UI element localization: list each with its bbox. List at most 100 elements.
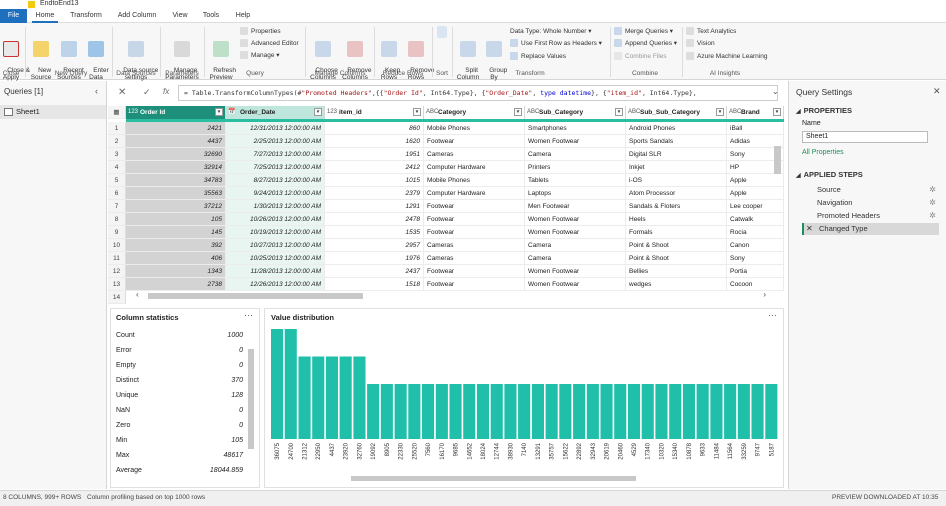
distribution-bar[interactable] [380,384,393,439]
table-cell[interactable]: Computer Hardware [424,161,525,174]
table-cell[interactable]: 7/27/2013 12:00:00 AM [226,148,325,161]
table-row[interactable]: 3 32690 7/27/2013 12:00:00 AM 1951 Cameras Ca… [108,148,784,161]
table-cell[interactable]: 32690 [126,148,226,161]
table-row[interactable]: 2 4437 2/25/2013 12:00:00 AM 1620 Footwear Wo… [108,135,784,148]
table-row[interactable]: 10 392 10/27/2013 12:00:00 AM 2957 Cameras Ca… [108,239,784,252]
properties-button[interactable]: Properties [240,26,281,37]
manage-button[interactable]: Manage ▾ [240,50,280,61]
query-name-input[interactable]: Sheet1 [802,131,928,143]
merge-queries-button[interactable]: Merge Queries ▾ [614,26,673,37]
distribution-bar[interactable] [504,384,517,439]
table-cell[interactable]: 1620 [325,135,424,148]
table-cell[interactable]: 34783 [126,174,226,187]
recent-sources-button[interactable]: Recent Sources [56,26,84,89]
table-cell[interactable]: Atom Processor [626,187,727,200]
column-type-icon[interactable]: 📅 [228,106,235,119]
table-cell[interactable]: 10/26/2013 12:00:00 AM [226,213,325,226]
table-cell[interactable]: Camera [525,239,626,252]
confirm-icon[interactable]: ✓ [143,87,151,98]
status-profiling[interactable]: Column profiling based on top 1000 rows [87,491,205,505]
distribution-bar[interactable] [422,384,435,439]
tab-transform[interactable]: Transform [66,9,106,23]
row-number[interactable]: 2 [108,135,126,148]
table-cell[interactable]: Inkjet [626,161,727,174]
row-number[interactable]: 3 [108,148,126,161]
distribution-bar[interactable] [765,384,778,439]
vision-button[interactable]: Vision [686,38,715,49]
distribution-bar[interactable] [325,356,338,440]
query-item-sheet1[interactable]: Sheet1 [0,105,106,119]
filter-dropdown-icon[interactable]: ▾ [773,108,781,116]
enter-data-button[interactable]: Enter Data [86,26,109,89]
table-cell[interactable]: Mobile Phones [424,122,525,135]
table-cell[interactable]: Bellies [626,265,727,278]
table-cell[interactable]: Footwear [424,135,525,148]
table-cell[interactable]: 406 [126,252,226,265]
table-row[interactable]: 6 35563 9/24/2013 12:00:00 AM 2379 Computer … [108,187,784,200]
expand-formula-chevron-icon[interactable]: ⌄ [772,87,779,96]
column-type-icon[interactable]: ABC [426,106,438,119]
replace-values-button[interactable]: Replace Values [510,51,566,62]
table-row[interactable]: 4 32914 7/25/2013 12:00:00 AM 2412 Computer … [108,161,784,174]
remove-columns-button[interactable]: Remove Columns [340,26,371,89]
fx-icon[interactable]: fx [163,87,169,96]
table-cell[interactable]: Heels [626,213,727,226]
row-number[interactable]: 1 [108,122,126,135]
table-cell[interactable]: Printers [525,161,626,174]
advanced-editor-button[interactable]: Advanced Editor [240,38,299,49]
table-cell[interactable]: Cameras [424,239,525,252]
tab-add-column[interactable]: Add Column [114,9,160,23]
data-source-settings-button[interactable]: Data source settings [116,26,158,89]
step-source[interactable]: Source ✲ [802,184,939,196]
gear-icon[interactable]: ✲ [929,210,936,222]
table-cell[interactable]: Sandals & Floters [626,200,727,213]
step-navigation[interactable]: Navigation ✲ [802,197,939,209]
row-number[interactable]: 5 [108,174,126,187]
table-cell[interactable]: Laptops [525,187,626,200]
gear-icon[interactable]: ✲ [929,184,936,196]
formula-input[interactable]: = Table.TransformColumnTypes(#"Promoted … [178,85,778,101]
table-row[interactable]: 1 2421 12/31/2013 12:00:00 AM 860 Mobile Pho… [108,122,784,135]
distribution-bar[interactable] [751,384,764,439]
horizontal-scrollbar[interactable]: ‹ › [108,290,772,302]
row-number[interactable]: 10 [108,239,126,252]
table-cell[interactable]: 105 [126,213,226,226]
table-cell[interactable]: 2957 [325,239,424,252]
delete-step-icon[interactable]: ✕ [806,223,813,235]
table-cell[interactable]: Digital SLR [626,148,727,161]
distribution-bar[interactable] [312,356,325,440]
group-by-button[interactable]: Group By [482,26,507,89]
table-cell[interactable]: 145 [126,226,226,239]
use-first-row-button[interactable]: Use First Row as Headers ▾ [510,38,602,49]
distribution-bar[interactable] [737,384,750,439]
table-cell[interactable]: Camera [525,252,626,265]
column-header[interactable]: 📅 Order_Date ▾ [226,106,325,119]
distribution-bar[interactable] [628,384,641,439]
row-number[interactable]: 11 [108,252,126,265]
scroll-left-icon[interactable]: ‹ [136,290,139,299]
collapse-chevron-icon[interactable]: ‹ [95,86,98,96]
data-type-dropdown[interactable]: Data Type: Whole Number ▾ [510,26,592,37]
distribution-bar[interactable] [476,384,489,439]
distribution-bar[interactable] [655,384,668,439]
split-column-button[interactable]: Split Column [455,26,481,89]
distribution-bar[interactable] [545,384,558,439]
row-number[interactable]: 4 [108,161,126,174]
column-type-icon[interactable]: ABC [628,106,640,119]
table-cell[interactable]: 4437 [126,135,226,148]
column-type-icon[interactable]: ABC [729,106,741,119]
column-header[interactable]: 123 Order Id ▾ [126,106,226,119]
table-cell[interactable]: Smartphones [525,122,626,135]
azure-ml-button[interactable]: Azure Machine Learning [686,51,767,62]
all-properties-link[interactable]: All Properties [802,149,844,156]
table-cell[interactable]: Cameras [424,252,525,265]
table-cell[interactable]: 860 [325,122,424,135]
close-apply-button[interactable]: Close & Apply [0,26,30,89]
column-header[interactable]: ABC Category ▾ [424,106,525,119]
distribution-bar[interactable] [669,384,682,439]
table-cell[interactable]: 2/25/2013 12:00:00 AM [226,135,325,148]
distribution-bar[interactable] [531,384,544,439]
distribution-bar[interactable] [367,384,380,439]
table-row[interactable]: 7 37212 1/30/2013 12:00:00 AM 1291 Footwear M… [108,200,784,213]
table-cell[interactable]: Footwear [424,226,525,239]
